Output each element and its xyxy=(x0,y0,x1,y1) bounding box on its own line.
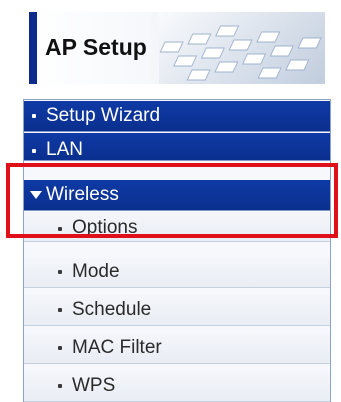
square-bullet-icon xyxy=(32,149,36,153)
square-bullet-icon xyxy=(32,114,36,118)
menu-item-lan[interactable]: LAN xyxy=(24,133,330,161)
menu-item-wireless[interactable]: Wireless xyxy=(24,180,330,211)
banner-accent-bar xyxy=(29,12,37,84)
menu-item-label: MAC Filter xyxy=(72,337,162,358)
page-title: AP Setup xyxy=(45,34,147,60)
triangle-down-icon xyxy=(30,191,42,199)
submenu-item-mac-filter[interactable]: MAC Filter xyxy=(24,333,330,364)
square-bullet-icon xyxy=(58,270,62,274)
menu-item-label: LAN xyxy=(46,139,83,160)
square-bullet-icon xyxy=(58,346,62,350)
menu-item-label: Mode xyxy=(72,261,120,282)
square-bullet-icon xyxy=(58,308,62,312)
header-banner: AP Setup xyxy=(29,12,325,84)
keyboard-graphic-icon xyxy=(159,12,325,84)
menu-item-label: Wireless xyxy=(46,184,119,205)
submenu-item-mode[interactable]: Mode xyxy=(24,257,330,288)
square-bullet-icon xyxy=(58,384,62,388)
submenu-item-wps[interactable]: WPS xyxy=(24,371,330,402)
menu-item-label: WPS xyxy=(72,375,116,396)
menu-item-label: Setup Wizard xyxy=(46,105,161,126)
page: AP Setup Setup Wizard LAN Wireless Optio… xyxy=(0,0,341,402)
menu-item-label: Options xyxy=(72,217,138,238)
menu-item-label: Schedule xyxy=(72,299,152,320)
submenu-item-options[interactable]: Options xyxy=(24,212,330,242)
square-bullet-icon xyxy=(58,227,62,231)
submenu-item-schedule[interactable]: Schedule xyxy=(24,295,330,326)
menu-item-setup-wizard[interactable]: Setup Wizard xyxy=(24,101,330,132)
